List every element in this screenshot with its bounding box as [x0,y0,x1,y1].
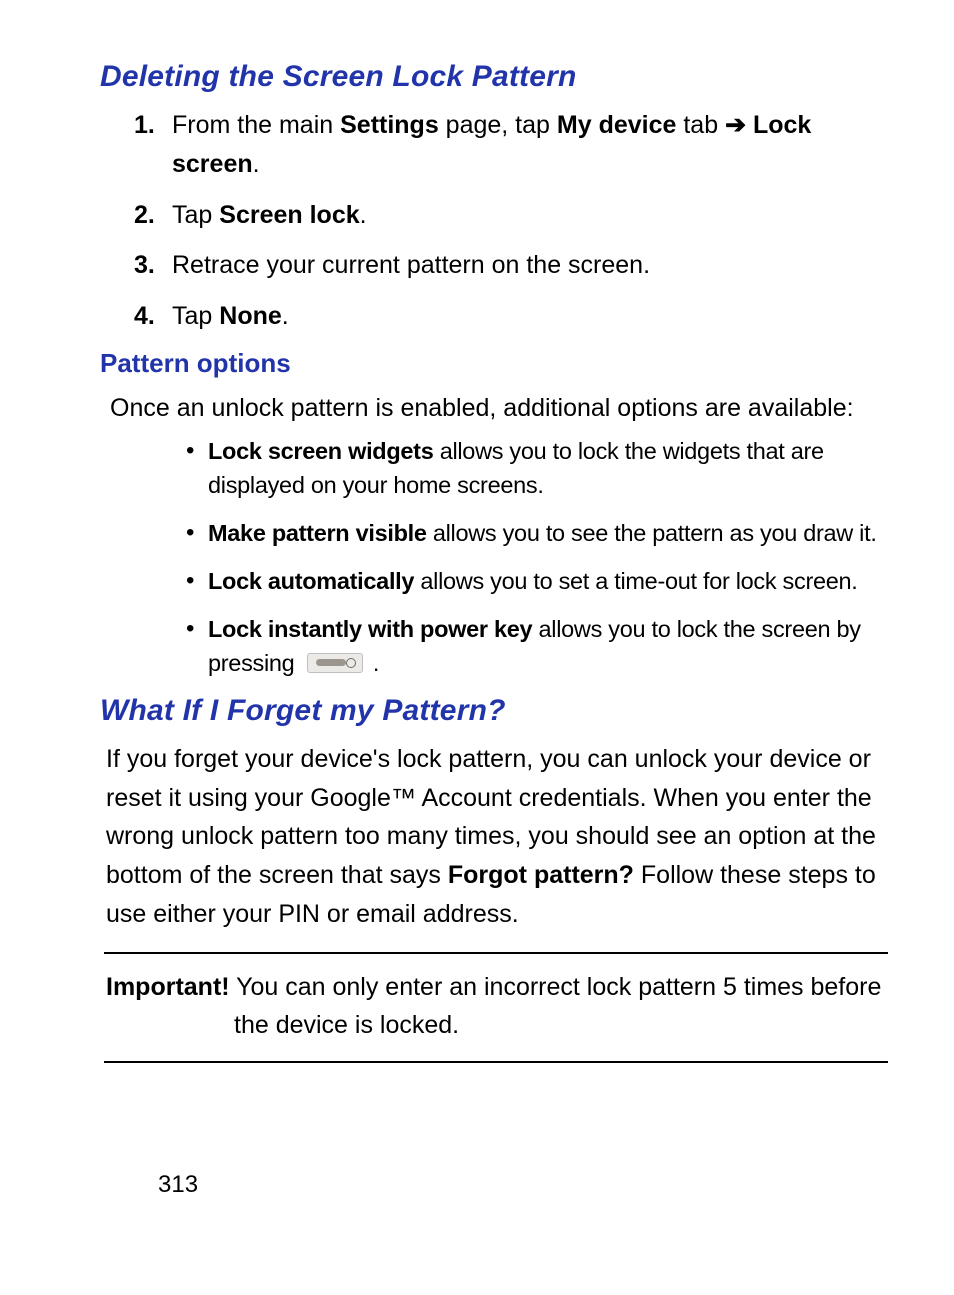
power-key-icon [307,653,363,673]
bold-label: Lock automatically [208,568,414,594]
text: allows you to set a time-out for lock sc… [414,568,857,594]
steps-list: From the main Settings page, tap My devi… [100,106,894,336]
text: . [253,150,260,178]
text: From the main [172,111,340,139]
text: . [360,201,367,229]
pattern-options-intro: Once an unlock pattern is enabled, addit… [110,389,894,428]
step-2: Tap Screen lock. [172,196,894,235]
heading-pattern-options: Pattern options [100,348,894,379]
bold-forgot-pattern: Forgot pattern? [448,861,634,889]
important-note: Important! You can only enter an incorre… [104,952,888,1064]
step-3: Retrace your current pattern on the scre… [172,246,894,285]
text: You can only enter an incorrect lock pat… [230,973,882,1001]
heading-forget-pattern: What If I Forget my Pattern? [100,694,894,728]
important-label: Important! [106,973,230,1001]
forget-pattern-paragraph: If you forget your device's lock pattern… [106,740,886,934]
note-line-1: Important! You can only enter an incorre… [106,968,886,1007]
text: allows you to see the pattern as you dra… [427,520,877,546]
text: page, tap [439,111,557,139]
bold-label: Make pattern visible [208,520,427,546]
text: Retrace your current pattern on the scre… [172,251,650,279]
bold-screen-lock: Screen lock [219,201,359,229]
note-line-2: the device is locked. [106,1006,886,1045]
bold-none: None [219,302,282,330]
text: Tap [172,302,219,330]
option-lock-instantly-power-key: Lock instantly with power key allows you… [208,612,894,680]
bold-label: Lock instantly with power key [208,616,532,642]
option-lock-automatically: Lock automatically allows you to set a t… [208,564,894,598]
text: . [367,650,379,676]
step-1: From the main Settings page, tap My devi… [172,106,894,184]
bold-label: Lock screen widgets [208,438,433,464]
step-4: Tap None. [172,297,894,336]
text: . [282,302,289,330]
pattern-options-list: Lock screen widgets allows you to lock t… [100,434,894,680]
text: Tap [172,201,219,229]
arrow-icon: ➔ [725,111,746,139]
option-make-pattern-visible: Make pattern visible allows you to see t… [208,516,894,550]
heading-deleting-pattern: Deleting the Screen Lock Pattern [100,60,894,94]
bold-settings: Settings [340,111,439,139]
bold-my-device: My device [557,111,677,139]
page-number: 313 [158,1171,198,1199]
document-page: Deleting the Screen Lock Pattern From th… [0,0,954,1295]
text: tab [676,111,725,139]
option-lock-screen-widgets: Lock screen widgets allows you to lock t… [208,434,894,502]
